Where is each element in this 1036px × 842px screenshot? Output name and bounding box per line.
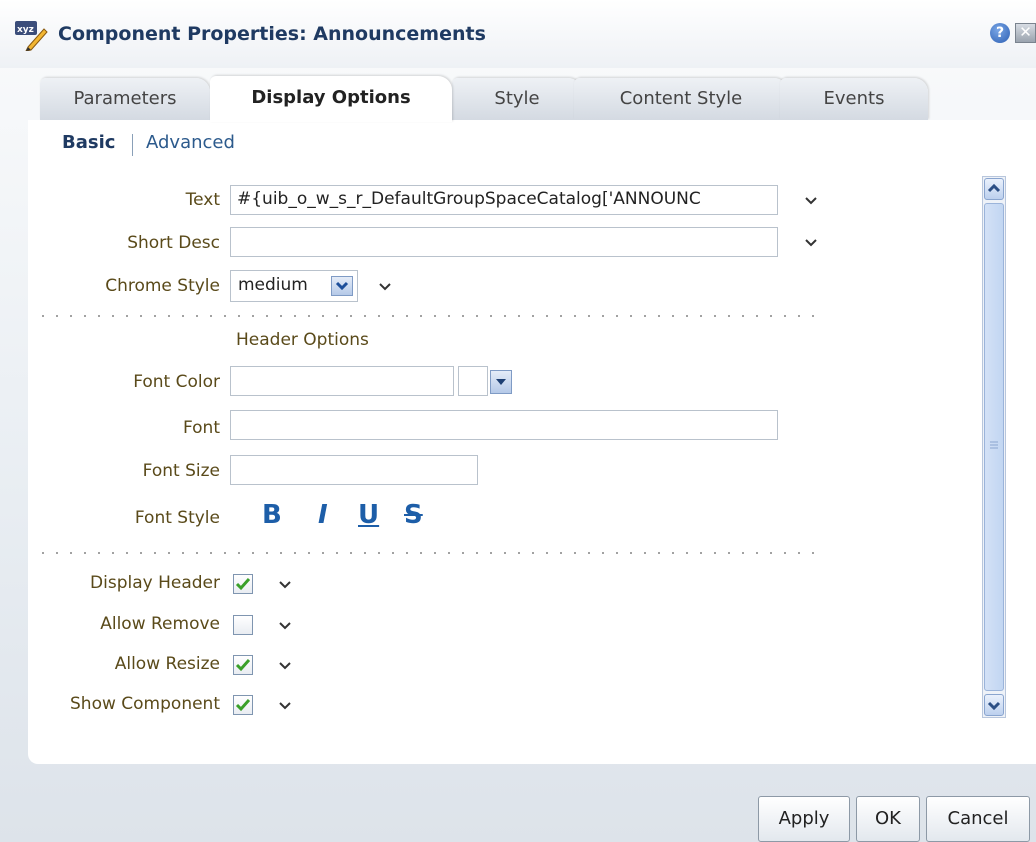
chevron-down-icon[interactable] <box>804 196 818 206</box>
font-color-picker-button[interactable] <box>490 370 512 394</box>
select-arrow-button[interactable] <box>331 276 353 296</box>
tab-display-options[interactable]: Display Options <box>210 76 452 122</box>
tab-style[interactable]: Style <box>452 78 582 120</box>
font-size-label: Font Size <box>142 461 220 481</box>
tab-content-style[interactable]: Content Style <box>574 78 788 120</box>
xyz-edit-icon: xyz <box>15 21 48 51</box>
ok-button[interactable]: OK <box>856 796 920 842</box>
text-label: Text <box>185 190 220 210</box>
display-header-checkbox[interactable] <box>233 574 253 594</box>
subtab-divider <box>132 134 133 156</box>
grip-icon <box>990 441 998 449</box>
tab-events[interactable]: Events <box>780 78 928 120</box>
chevron-down-icon <box>335 281 349 291</box>
text-input[interactable]: #{uib_o_w_s_r_DefaultGroupSpaceCatalog['… <box>230 185 778 215</box>
chrome-style-label: Chrome Style <box>105 276 220 296</box>
dialog-title: Component Properties: Announcements <box>58 23 486 45</box>
checkmark-icon <box>235 659 251 672</box>
chevron-down-icon[interactable] <box>278 661 292 671</box>
title-bar: xyz Component Properties: Announcements … <box>0 0 1036 68</box>
font-input[interactable] <box>230 410 778 440</box>
font-color-input[interactable] <box>230 366 454 396</box>
cancel-button[interactable]: Cancel <box>926 796 1030 842</box>
dotted-separator <box>36 315 824 317</box>
font-color-swatch[interactable] <box>458 366 488 396</box>
display-header-label: Display Header <box>90 573 220 593</box>
tab-bar: Parameters Display Options Style Content… <box>0 68 1036 122</box>
checkmark-icon <box>235 578 251 591</box>
tab-parameters[interactable]: Parameters <box>40 78 210 120</box>
triangle-down-icon <box>496 379 506 385</box>
strikethrough-button[interactable]: S <box>404 500 423 530</box>
short-desc-input[interactable] <box>230 227 778 257</box>
apply-button[interactable]: Apply <box>758 796 850 842</box>
chevron-up-icon <box>987 183 1001 193</box>
font-label: Font <box>182 418 220 438</box>
subtab-advanced[interactable]: Advanced <box>146 132 235 153</box>
chevron-down-icon <box>987 701 1001 711</box>
chevron-down-icon[interactable] <box>378 282 392 292</box>
allow-resize-label: Allow Resize <box>114 654 220 674</box>
chrome-style-select[interactable]: medium <box>230 270 358 302</box>
chrome-style-value: medium <box>238 275 308 295</box>
scroll-up-button[interactable] <box>984 178 1004 200</box>
font-color-label: Font Color <box>133 372 220 392</box>
component-properties-dialog: xyz Component Properties: Announcements … <box>0 0 1036 842</box>
scroll-down-button[interactable] <box>984 694 1004 716</box>
close-icon[interactable]: ✕ <box>1015 23 1036 43</box>
font-style-label: Font Style <box>134 508 220 528</box>
allow-resize-checkbox[interactable] <box>233 655 253 675</box>
short-desc-label: Short Desc <box>127 233 220 253</box>
font-size-input[interactable] <box>230 455 478 485</box>
allow-remove-label: Allow Remove <box>100 614 220 634</box>
chevron-down-icon[interactable] <box>278 701 292 711</box>
checkmark-icon <box>235 699 251 712</box>
italic-button[interactable]: I <box>318 500 328 530</box>
dialog-footer: Apply OK Cancel <box>0 784 1036 842</box>
bold-button[interactable]: B <box>262 500 282 530</box>
header-options-heading: Header Options <box>236 330 369 350</box>
chevron-down-icon[interactable] <box>804 238 818 248</box>
underline-button[interactable]: U <box>358 500 379 530</box>
vertical-scrollbar[interactable] <box>982 176 1006 718</box>
dotted-separator <box>36 552 824 554</box>
help-icon[interactable]: ? <box>990 23 1010 43</box>
svg-text:xyz: xyz <box>17 25 34 35</box>
subtab-basic[interactable]: Basic <box>62 132 115 153</box>
allow-remove-checkbox[interactable] <box>233 615 253 635</box>
show-component-label: Show Component <box>70 694 220 714</box>
chevron-down-icon[interactable] <box>278 580 292 590</box>
chevron-down-icon[interactable] <box>278 621 292 631</box>
show-component-checkbox[interactable] <box>233 695 253 715</box>
scroll-thumb[interactable] <box>984 203 1004 691</box>
